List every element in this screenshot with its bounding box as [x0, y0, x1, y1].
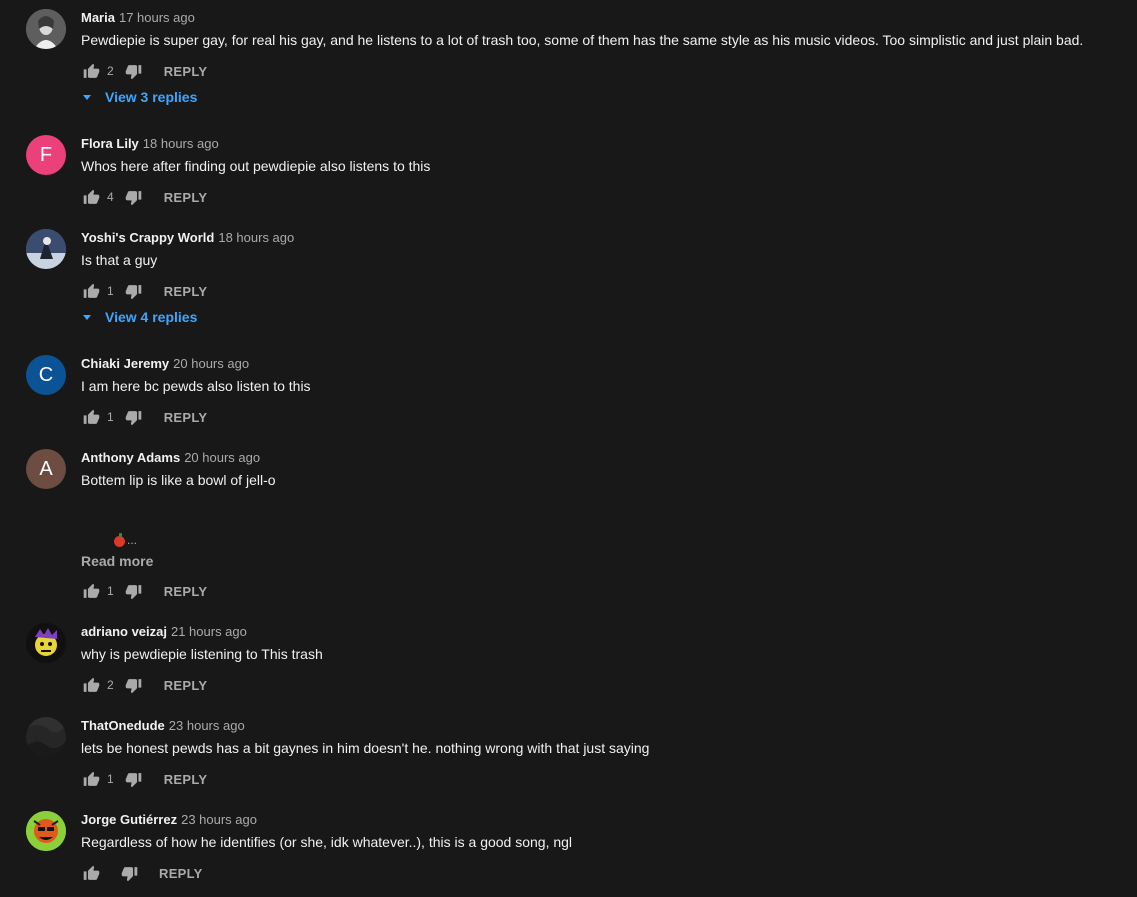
reply-button[interactable]: REPLY — [164, 190, 208, 205]
comment-time[interactable]: 20 hours ago — [173, 356, 249, 371]
thumb-up-icon[interactable] — [81, 407, 101, 427]
comment-text: why is pewdiepie listening to This trash — [81, 646, 323, 662]
thumb-up-icon[interactable] — [81, 61, 101, 81]
thumb-down-icon[interactable] — [124, 187, 144, 207]
comment-time[interactable]: 21 hours ago — [171, 624, 247, 639]
thumb-down-icon[interactable] — [124, 769, 144, 789]
ellipsis: ... — [127, 533, 138, 547]
author-name[interactable]: Chiaki Jeremy — [81, 356, 169, 371]
like-count: 2 — [107, 64, 114, 78]
author-name[interactable]: Yoshi's Crappy World — [81, 230, 214, 245]
comment-time[interactable]: 20 hours ago — [184, 450, 260, 465]
comment-toolbar: 2 REPLY — [81, 673, 207, 697]
reply-button[interactable]: REPLY — [164, 772, 208, 787]
avatar[interactable] — [26, 229, 66, 269]
avatar-letter: A — [39, 457, 53, 480]
comment-toolbar: 1 REPLY — [81, 405, 207, 429]
author-name[interactable]: adriano veizaj — [81, 624, 167, 639]
avatar[interactable]: F — [26, 135, 66, 175]
comment-time[interactable]: 23 hours ago — [181, 812, 257, 827]
comment-toolbar: 2 REPLY — [81, 59, 207, 83]
thumb-down-icon[interactable] — [119, 863, 139, 883]
view-replies-label: View 3 replies — [105, 89, 198, 105]
thumb-down-icon[interactable] — [124, 581, 144, 601]
thumb-down-icon[interactable] — [124, 407, 144, 427]
comment-toolbar: 1 REPLY — [81, 279, 207, 303]
thumb-up-icon[interactable] — [81, 863, 101, 883]
comment-toolbar: 1 REPLY — [81, 579, 207, 603]
thumb-up-icon[interactable] — [81, 769, 101, 789]
author-name[interactable]: Flora Lily — [81, 136, 139, 151]
thumb-up-icon[interactable] — [81, 581, 101, 601]
comment-header: adriano veizaj 21 hours ago — [81, 623, 247, 641]
comment-time[interactable]: 18 hours ago — [218, 230, 294, 245]
reply-button[interactable]: REPLY — [164, 584, 208, 599]
comment-time[interactable]: 17 hours ago — [119, 10, 195, 25]
comment-text: Pewdiepie is super gay, for real his gay… — [81, 32, 1084, 48]
comment-header: Chiaki Jeremy 20 hours ago — [81, 355, 249, 373]
comment-text: I am here bc pewds also listen to this — [81, 378, 311, 394]
thumb-up-icon[interactable] — [81, 675, 101, 695]
reply-button[interactable]: REPLY — [159, 866, 203, 881]
avatar[interactable] — [26, 811, 66, 851]
reply-button[interactable]: REPLY — [164, 678, 208, 693]
view-replies-button[interactable]: View 3 replies — [81, 89, 197, 105]
comment-header: Yoshi's Crappy World 18 hours ago — [81, 229, 294, 247]
comment-text: Bottem lip is like a bowl of jell-o — [81, 472, 276, 488]
author-name[interactable]: Anthony Adams — [81, 450, 180, 465]
comment-header: Anthony Adams 20 hours ago — [81, 449, 260, 467]
avatar[interactable] — [26, 9, 66, 49]
comment-toolbar: 4 REPLY — [81, 185, 207, 209]
avatar[interactable] — [26, 623, 66, 663]
avatar-letter: C — [38, 363, 54, 386]
thumb-down-icon[interactable] — [124, 61, 144, 81]
thumb-down-icon[interactable] — [124, 675, 144, 695]
like-count: 1 — [107, 772, 114, 786]
view-replies-button[interactable]: View 4 replies — [81, 309, 197, 325]
comment-time[interactable]: 23 hours ago — [169, 718, 245, 733]
thumb-down-icon[interactable] — [124, 281, 144, 301]
comment-toolbar: REPLY — [81, 861, 203, 885]
comment-toolbar: 1 REPLY — [81, 767, 207, 791]
avatar[interactable]: C — [26, 355, 66, 395]
thumb-up-icon[interactable] — [81, 281, 101, 301]
comment-header: Jorge Gutiérrez 23 hours ago — [81, 811, 257, 829]
like-count: 1 — [107, 584, 114, 598]
reply-button[interactable]: REPLY — [164, 64, 208, 79]
author-name[interactable]: Maria — [81, 10, 115, 25]
avatar-letter: F — [39, 143, 53, 166]
comment-text: Whos here after finding out pewdiepie al… — [81, 158, 431, 174]
view-replies-label: View 4 replies — [105, 309, 198, 325]
avatar[interactable] — [26, 717, 66, 757]
author-name[interactable]: ThatOnedude — [81, 718, 165, 733]
like-count: 1 — [107, 284, 114, 298]
comment-header: Maria 17 hours ago — [81, 9, 195, 27]
comment-text: Is that a guy — [81, 252, 158, 268]
read-more-button[interactable]: Read more — [81, 553, 153, 569]
thumb-up-icon[interactable] — [81, 187, 101, 207]
comment-time[interactable]: 18 hours ago — [143, 136, 219, 151]
apple-emoji-icon — [114, 533, 125, 547]
caret-down-icon — [83, 314, 91, 320]
like-count: 1 — [107, 410, 114, 424]
comment-header: Flora Lily 18 hours ago — [81, 135, 219, 153]
comment-text: Regardless of how he identifies (or she,… — [81, 834, 573, 850]
like-count: 2 — [107, 678, 114, 692]
comment-emoji-line: ... — [114, 533, 137, 547]
author-name[interactable]: Jorge Gutiérrez — [81, 812, 177, 827]
comment-header: ThatOnedude 23 hours ago — [81, 717, 245, 735]
like-count: 4 — [107, 190, 114, 204]
comment-text: lets be honest pewds has a bit gaynes in… — [81, 740, 650, 756]
reply-button[interactable]: REPLY — [164, 284, 208, 299]
reply-button[interactable]: REPLY — [164, 410, 208, 425]
caret-down-icon — [83, 94, 91, 100]
avatar[interactable]: A — [26, 449, 66, 489]
